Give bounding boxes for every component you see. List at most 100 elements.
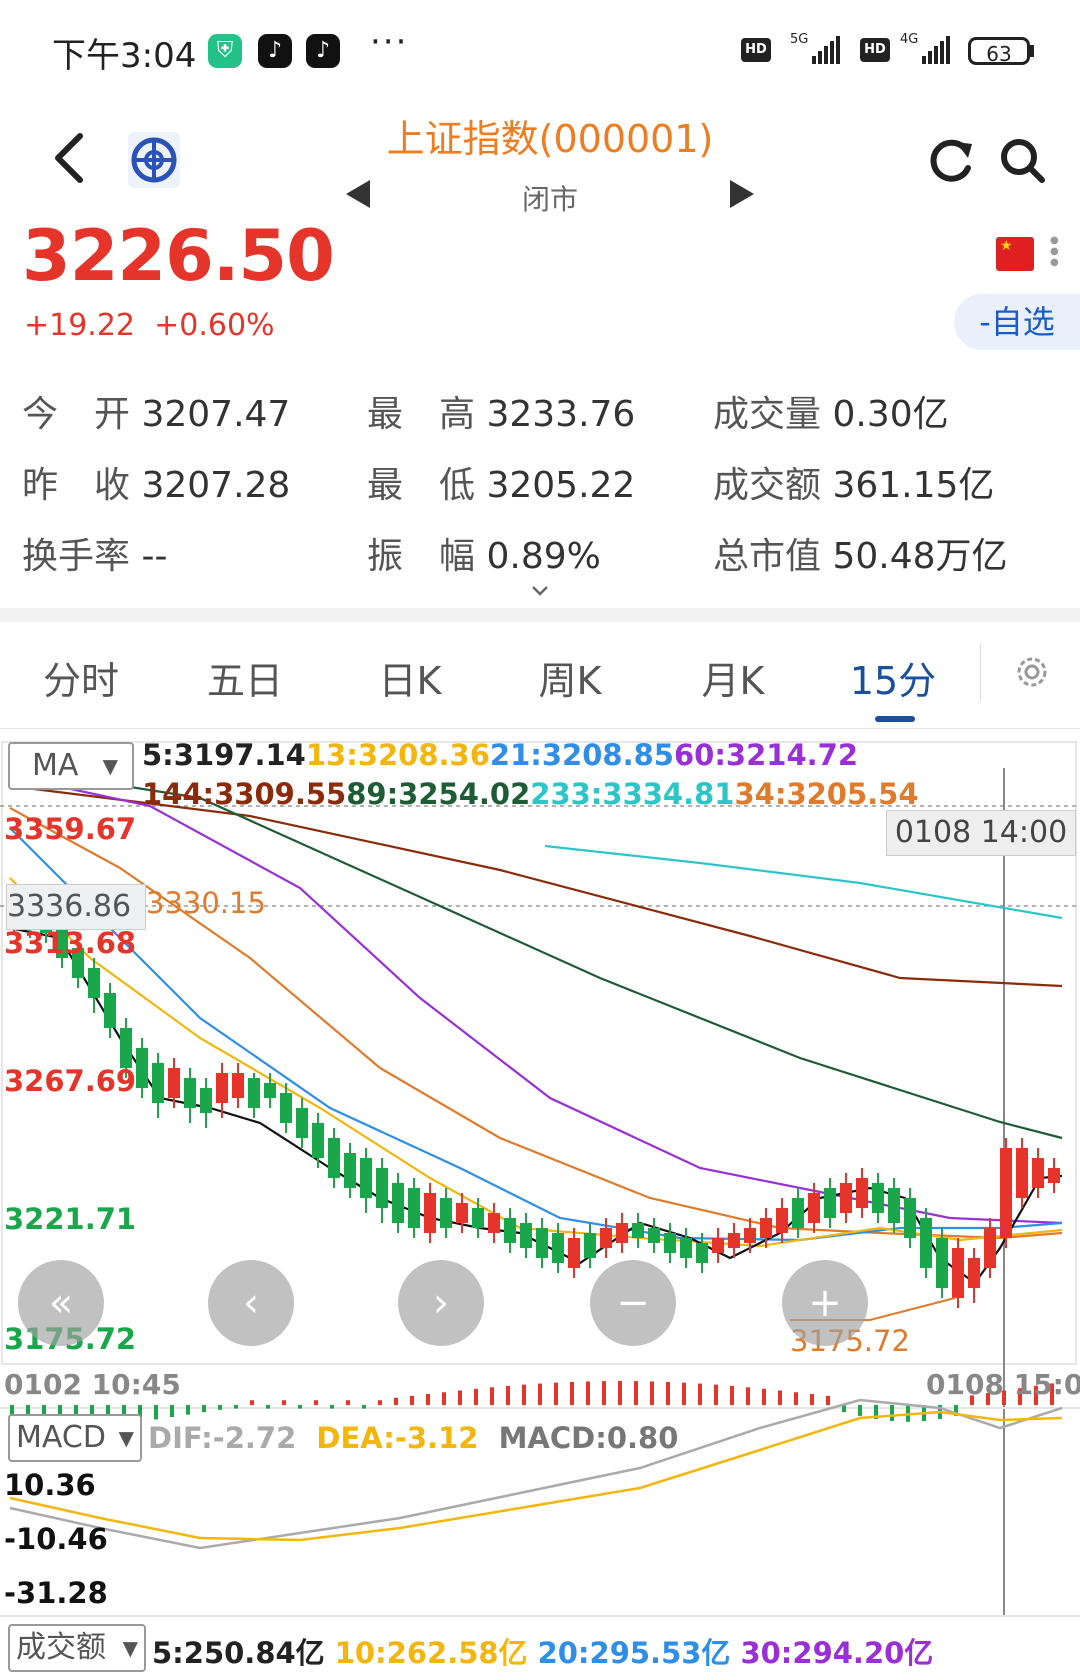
watchlist-button[interactable]: -自选 xyxy=(954,294,1080,350)
candle-body-65 xyxy=(1048,1168,1060,1183)
shield-app-icon: ⛨ xyxy=(208,34,242,68)
candle-body-20 xyxy=(328,1138,340,1178)
ma-line-4 xyxy=(9,807,1063,1240)
stat-low-label: 最 低 xyxy=(367,465,476,506)
macd-bar-40 xyxy=(650,1381,654,1405)
volume-ma-value-2: 20:295.53亿 xyxy=(537,1636,731,1670)
candle-body-11 xyxy=(184,1078,196,1108)
macd-bar-27 xyxy=(442,1392,446,1405)
candle-body-62 xyxy=(1000,1148,1012,1238)
expand-chevron-icon[interactable] xyxy=(530,582,550,603)
stat-amount-value: 361.15亿 xyxy=(832,465,995,506)
macd-bar-12 xyxy=(202,1405,206,1413)
change-value: +19.22 xyxy=(24,308,136,343)
section-divider xyxy=(0,608,1080,622)
ma-value-0: 5:3197.14 xyxy=(142,738,306,772)
zoom-out-icon[interactable]: − xyxy=(590,1260,676,1346)
tab-1[interactable]: 五日 xyxy=(170,650,320,705)
candle-body-48 xyxy=(776,1208,788,1233)
candle-body-14 xyxy=(232,1073,244,1098)
double-left-icon[interactable]: « xyxy=(18,1260,104,1346)
candle-body-39 xyxy=(632,1223,644,1238)
last-price: 3226.50 xyxy=(22,215,335,297)
change-percent: +0.60% xyxy=(154,308,275,343)
high-annotation: 3330.15 xyxy=(146,886,266,920)
candle-body-22 xyxy=(360,1158,372,1198)
volume-ma-value-3: 30:294.20亿 xyxy=(740,1636,934,1670)
macd-bar-31 xyxy=(506,1385,510,1405)
macd-bar-26 xyxy=(426,1394,430,1405)
kline-chart[interactable] xyxy=(0,728,1080,1680)
tab-0[interactable]: 分时 xyxy=(6,650,156,705)
settings-gear-icon[interactable] xyxy=(1012,652,1052,696)
ma-indicator-select[interactable]: MA ▼ xyxy=(8,742,134,790)
candle-body-53 xyxy=(856,1178,868,1208)
zoom-in-icon[interactable]: + xyxy=(782,1260,868,1346)
select-arrow-icon: ▼ xyxy=(102,754,118,778)
candle-body-45 xyxy=(728,1233,740,1248)
previous-index-button[interactable] xyxy=(346,180,370,208)
macd-bar-24 xyxy=(394,1397,398,1405)
macd-bar-55 xyxy=(890,1405,894,1422)
stat-amplitude-value: 0.89% xyxy=(486,536,601,577)
candle-body-51 xyxy=(824,1188,836,1218)
stat-high: 最 高 3233.76 xyxy=(367,385,635,437)
x-axis-start: 0102 10:45 xyxy=(4,1368,181,1401)
macd-bar-10 xyxy=(170,1405,174,1417)
macd-bar-25 xyxy=(410,1395,414,1405)
macd-bar-51 xyxy=(826,1395,830,1405)
tab-3[interactable]: 周K xyxy=(495,650,645,705)
stat-amplitude: 振 幅 0.89% xyxy=(367,527,601,579)
network-5g-label: 5G xyxy=(790,32,809,47)
tab-2[interactable]: 日K xyxy=(335,650,485,705)
next-index-button[interactable] xyxy=(730,180,754,208)
macd-bar-14 xyxy=(234,1405,238,1409)
ma-value-2: 21:3208.85 xyxy=(489,738,674,772)
candle-body-47 xyxy=(760,1218,772,1238)
candle-body-49 xyxy=(792,1198,804,1228)
candle-body-26 xyxy=(424,1193,436,1233)
signal-icon-2 xyxy=(922,36,952,64)
right-icon[interactable]: › xyxy=(398,1260,484,1346)
tab-5[interactable]: 15分 xyxy=(818,650,968,705)
crosshair-price-tag: 3336.86 xyxy=(6,884,146,930)
macd-dea: DEA:-3.12 xyxy=(316,1421,479,1455)
status-time: 下午3:04 xyxy=(52,36,197,76)
stat-market-cap-value: 50.48万亿 xyxy=(832,536,1008,577)
crosshair-time-tag: 0108 14:00 xyxy=(886,810,1076,856)
macd-bar-37 xyxy=(602,1381,606,1405)
macd-bar-43 xyxy=(698,1383,702,1405)
candle-body-8 xyxy=(136,1048,148,1088)
candle-body-13 xyxy=(216,1073,228,1103)
macd-indicator-select[interactable]: MACD ▼ xyxy=(8,1414,142,1462)
stat-open-value: 3207.47 xyxy=(141,394,291,435)
macd-bar-50 xyxy=(810,1394,814,1405)
candle-body-25 xyxy=(408,1188,420,1228)
stat-high-label: 最 高 xyxy=(367,394,476,435)
volume-indicator-select[interactable]: 成交额 ▼ xyxy=(8,1624,146,1672)
candle-body-7 xyxy=(120,1028,132,1068)
battery-tip xyxy=(1030,45,1034,57)
macd-select-label: MACD xyxy=(16,1420,106,1455)
macd-bar-45 xyxy=(730,1385,734,1405)
stat-turnover: 换手率 -- xyxy=(22,527,167,579)
volume-ma-value-1: 10:262.58亿 xyxy=(334,1636,528,1670)
ma-value-row2-0: 144:3309.55 xyxy=(142,777,347,811)
refresh-icon[interactable] xyxy=(926,136,976,190)
candle-body-56 xyxy=(904,1198,916,1238)
candle-body-18 xyxy=(296,1108,308,1138)
candle-body-32 xyxy=(520,1223,532,1248)
more-icon[interactable]: ● ● ● xyxy=(1050,235,1059,268)
candle-body-59 xyxy=(952,1248,964,1298)
search-icon[interactable] xyxy=(998,136,1048,190)
stat-amount: 成交额 361.15亿 xyxy=(713,456,994,508)
macd-bar-21 xyxy=(346,1400,350,1405)
tab-4[interactable]: 月K xyxy=(658,650,808,705)
candle-body-19 xyxy=(312,1123,324,1158)
left-icon[interactable]: ‹ xyxy=(208,1260,294,1346)
macd-bar-9 xyxy=(154,1405,158,1420)
stat-turnover-label: 换手率 xyxy=(22,536,131,577)
battery-icon: 63 xyxy=(968,37,1030,66)
macd-bar-49 xyxy=(794,1392,798,1405)
candle-body-46 xyxy=(744,1228,756,1243)
